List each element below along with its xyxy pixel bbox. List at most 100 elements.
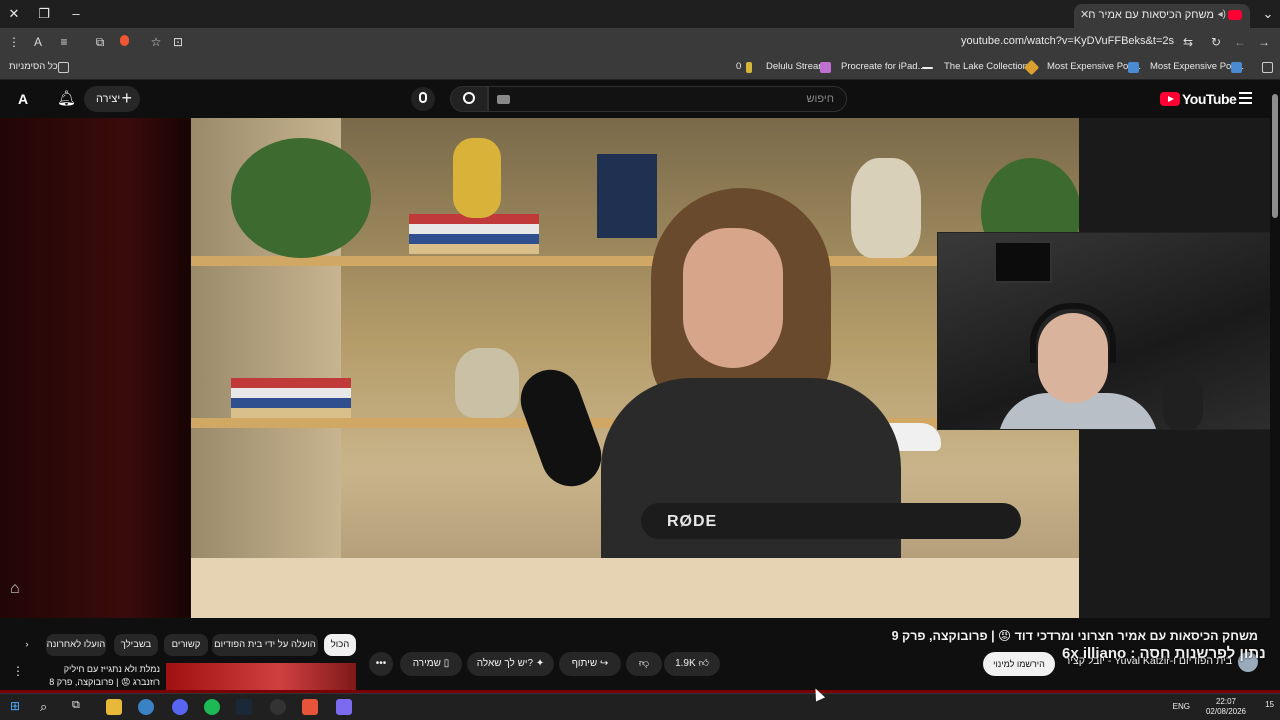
bookmark-procreate[interactable]: Procreate for iPad... [841, 61, 925, 72]
guide-menu-icon[interactable] [1239, 92, 1252, 104]
recommendation-menu-icon[interactable]: ⋮ [12, 664, 24, 678]
windows-start-icon[interactable]: ⊞ [10, 699, 26, 715]
page-scrollbar[interactable] [1272, 88, 1278, 688]
ask-button[interactable]: יש לך שאלה? ✦ [467, 652, 554, 676]
stream-overlay-text: נתון לפרשנות חסה : 6x illiano [1062, 645, 1266, 662]
streamer-webcam-overlay [937, 232, 1270, 430]
browser-tab[interactable]: ◂) משחק הכיסאות עם אמיר ח ✕ [1074, 4, 1250, 28]
notifications-bell-icon[interactable]: 🔔︎ [57, 89, 76, 107]
sparkle-icon: ✦ [535, 658, 545, 669]
microphone-icon [419, 92, 427, 103]
audio-playing-icon[interactable]: ◂) [1218, 9, 1226, 20]
restore-window-icon[interactable]: ❐ [34, 4, 54, 24]
youtube-logo[interactable]: YouTube [1160, 90, 1237, 108]
bookmark-icon: ▯ [443, 658, 450, 669]
share-button[interactable]: שיתוף ↪ [559, 652, 621, 676]
search-button[interactable] [450, 86, 488, 112]
browser-toolbar: ⋮ A ≡ ⧉ ☆ ⊡ youtube.com/watch?v=KyDVuFFB… [0, 28, 1280, 56]
video-scene-guest [601, 188, 901, 618]
app-icon[interactable] [336, 699, 352, 715]
all-bookmarks-link[interactable]: כל הסימניות [9, 61, 58, 72]
share-label: שיתוף [571, 658, 598, 669]
chrome-icon[interactable] [138, 699, 154, 715]
bookmark-pokemon-1[interactable]: Most Expensive Pok... [1047, 61, 1141, 72]
apps-grid-icon[interactable] [1262, 62, 1273, 73]
twitch-icon [820, 62, 831, 73]
search-icon [463, 92, 475, 104]
bookmark-count[interactable]: 0 [736, 61, 741, 72]
pokemon-site-icon [1128, 62, 1139, 73]
taskbar-clock[interactable]: 22:07 02/08/2026 [1206, 697, 1246, 717]
voice-search-button[interactable] [411, 87, 435, 111]
like-button[interactable]: 1.9K 👍︎ [664, 652, 720, 676]
chips-scroll-left-icon[interactable]: ‹ [18, 634, 36, 656]
site-settings-icon[interactable]: ⇆ [1180, 34, 1196, 50]
bookmark-lake-collection[interactable]: The Lake Collection... [944, 61, 1036, 72]
bookmark-delulu[interactable]: Delulu Stream [766, 61, 826, 72]
account-avatar[interactable]: A [18, 91, 28, 107]
recommended-video[interactable]: נמלת ולא נתגייז עם חיליק רוזנברג 😡 | פרו… [40, 663, 360, 693]
discord-icon[interactable] [172, 699, 188, 715]
language-indicator[interactable]: ENG [1173, 702, 1190, 711]
folder-icon [58, 62, 69, 73]
dislike-button[interactable]: 👎︎ [626, 652, 662, 676]
ask-label: יש לך שאלה? [476, 658, 534, 669]
forward-icon[interactable]: ← [1232, 34, 1248, 50]
save-button[interactable]: שמירה ▯ [400, 652, 462, 676]
brave-icon[interactable] [302, 699, 318, 715]
address-bar-url[interactable]: youtube.com/watch?v=KyDVuFFBeks&t=2s [961, 35, 1174, 47]
youtube-favicon-icon [1228, 10, 1242, 20]
tab-title: משחק הכיסאות עם אמיר ח [1088, 9, 1214, 21]
chip-all[interactable]: הכול [324, 634, 356, 656]
extension-red-icon[interactable] [116, 34, 132, 50]
extensions-icon[interactable]: ⧉ [92, 34, 108, 50]
channel-watermark-icon[interactable]: ⌂ [10, 580, 32, 602]
video-scene-books-2 [231, 378, 351, 418]
steam-icon[interactable] [236, 699, 252, 715]
browser-tab-strip: ✕ ❐ – + ◂) משחק הכיסאות עם אמיר ח ✕ ⌄ [0, 0, 1280, 28]
bookmark-star-icon[interactable]: ☆ [148, 34, 164, 50]
spotify-icon[interactable] [204, 699, 220, 715]
bookmark-pokemon-2[interactable]: Most Expensive Pok... [1150, 61, 1244, 72]
task-view-icon[interactable]: ⧉ [72, 699, 88, 715]
create-button[interactable]: יצירה + [84, 86, 140, 112]
tab-search-icon[interactable]: ⌄ [1258, 4, 1278, 24]
chip-recent[interactable]: הועלו לאחרונה [46, 634, 106, 656]
video-player[interactable]: RØDE ⌂ [0, 118, 1270, 618]
subscribe-button[interactable]: הירשמו למינוי [983, 652, 1055, 676]
taskbar-search-icon[interactable]: ⌕ [40, 699, 56, 715]
clock-time: 22:07 [1215, 697, 1236, 706]
search-input[interactable]: חיפוש [488, 86, 847, 112]
video-scene-table [191, 558, 1079, 618]
menu-icon[interactable]: ⋮ [6, 34, 22, 50]
mic-brand-text: RØDE [667, 513, 718, 530]
thumbs-up-icon: 👍︎ [698, 658, 709, 669]
recommended-video-title[interactable]: נמלת ולא נתגייז עם חיליק רוזנברג 😡 | פרו… [36, 663, 160, 689]
search-placeholder: חיפוש [806, 93, 834, 105]
chip-uploaded-by-channel[interactable]: הועלה על ידי בית הפודיום [212, 634, 318, 656]
minimize-window-icon[interactable]: – [66, 4, 86, 24]
file-explorer-icon[interactable] [106, 699, 122, 715]
notification-count[interactable]: 15 [1265, 700, 1274, 709]
bookmarks-bar: כל הסימניות 0 Delulu Stream Procreate fo… [0, 56, 1280, 80]
install-app-icon[interactable]: ⊡ [170, 34, 186, 50]
windows-taskbar: ⊞ ⌕ ⧉ ENG 22:07 02/08/2026 15 [0, 693, 1280, 720]
obs-icon[interactable] [270, 699, 286, 715]
chip-related[interactable]: קשורים [164, 634, 208, 656]
youtube-play-logo-icon [1160, 92, 1180, 106]
reading-list-icon[interactable]: ≡ [56, 34, 72, 50]
recommended-video-thumbnail[interactable] [166, 663, 356, 693]
keyboard-icon[interactable] [497, 95, 510, 104]
close-tab-icon[interactable]: ✕ [1080, 8, 1089, 21]
more-actions-button[interactable]: ••• [369, 652, 393, 676]
video-scene-funko [455, 348, 519, 418]
back-icon[interactable]: → [1256, 34, 1272, 50]
like-count: 1.9K [675, 658, 696, 669]
more-icon: ••• [375, 658, 387, 669]
reload-icon[interactable]: ↻ [1208, 34, 1224, 50]
close-window-icon[interactable]: ✕ [4, 4, 24, 24]
profile-icon[interactable]: A [30, 34, 46, 50]
video-title: משחק הכיסאות עם אמיר חצרוני ומרדכי דוד 😡… [891, 629, 1258, 643]
youtube-header: A 🔔︎ יצירה + חיפוש YouTube [0, 80, 1280, 118]
chip-for-you[interactable]: בשבילך [114, 634, 158, 656]
